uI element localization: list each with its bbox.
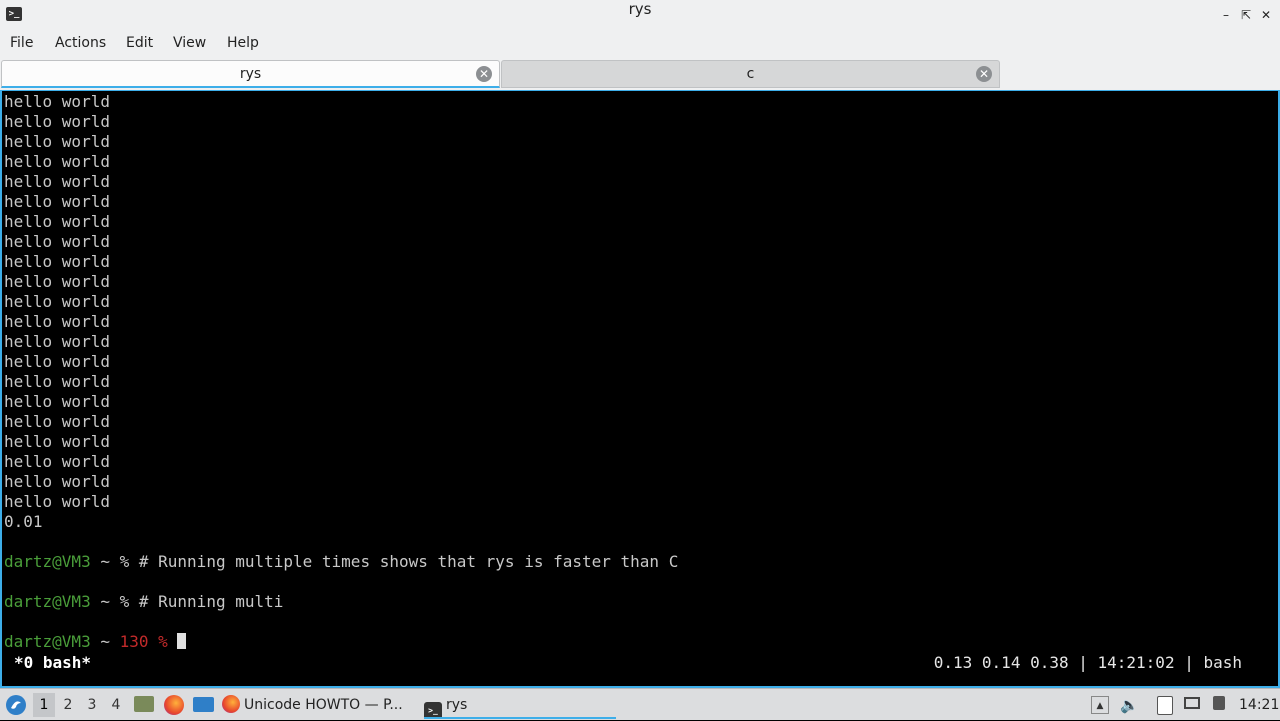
output-line: 0.01 (4, 512, 43, 531)
output-line: hello world (4, 92, 110, 111)
output-line: hello world (4, 292, 110, 311)
prompt-user-host: dartz@VM3 (4, 592, 91, 611)
task-label: Unicode HOWTO — P... (244, 697, 403, 713)
prompt-command: # Running multiple times shows that rys … (129, 552, 679, 571)
workspace-3[interactable]: 3 (81, 693, 103, 717)
prompt-dir: ~ (90, 632, 120, 651)
tab-rys[interactable]: rys ✕ (1, 60, 500, 88)
tab-c[interactable]: c ✕ (501, 60, 1000, 88)
tab-label: rys (239, 66, 262, 82)
workspace-2[interactable]: 2 (57, 693, 79, 717)
output-line: hello world (4, 212, 110, 231)
output-line: hello world (4, 492, 110, 511)
output-line: hello world (4, 272, 110, 291)
title-bar: >_ rys – ⇱ ✕ (0, 0, 1280, 30)
prompt-dir: ~ (90, 592, 120, 611)
task-firefox-unicode-howto[interactable]: Unicode HOWTO — P... (222, 691, 418, 719)
prompt-command: # Running multi (129, 592, 284, 611)
desktop-icon[interactable] (193, 689, 215, 721)
tmux-status-info: 0.13 0.14 0.38 | 14:21:02 | bash (933, 653, 1242, 672)
prompt-dir: ~ (90, 552, 120, 571)
prompt-command (168, 632, 178, 651)
output-line: hello world (4, 132, 110, 151)
menu-help[interactable]: Help (227, 30, 259, 58)
start-menu-icon[interactable] (4, 689, 28, 721)
output-line: hello world (4, 372, 110, 391)
task-terminal-rys[interactable]: >_ rys (424, 691, 616, 719)
window-title: rys (628, 0, 652, 18)
tmux-window-list: *0 bash* (14, 653, 92, 672)
output-line: hello world (4, 432, 110, 451)
taskbar: 1 2 3 4 Unicode HOWTO — P... >_ rys ▲ 🔈 1… (0, 688, 1280, 720)
terminal-view[interactable]: hello world hello world hello world hell… (0, 90, 1280, 688)
output-line: hello world (4, 332, 110, 351)
output-line: hello world (4, 172, 110, 191)
output-line: hello world (4, 312, 110, 331)
menu-edit[interactable]: Edit (126, 30, 153, 58)
prompt-user-host: dartz@VM3 (4, 552, 91, 571)
output-line: hello world (4, 352, 110, 371)
tab-label: c (746, 66, 755, 82)
prompt-symbol: % (119, 552, 130, 571)
firefox-icon[interactable] (164, 689, 184, 721)
prompt-symbol: % (119, 592, 130, 611)
output-line: hello world (4, 472, 110, 491)
workspace-4[interactable]: 4 (105, 693, 127, 717)
clipboard-icon[interactable] (1156, 696, 1174, 715)
menu-view[interactable]: View (173, 30, 206, 58)
minimize-icon[interactable]: – (1218, 7, 1234, 23)
prompt-user-host: dartz@VM3 (4, 632, 91, 651)
output-line: hello world (4, 232, 110, 251)
tab-bar: rys ✕ c ✕ (0, 58, 1280, 90)
output-line: hello world (4, 252, 110, 271)
output-line: hello world (4, 112, 110, 131)
text-cursor (177, 633, 187, 649)
prompt-exit-code: 130 % (119, 632, 168, 651)
output-line: hello world (4, 392, 110, 411)
output-line: hello world (4, 192, 110, 211)
menu-bar: File Actions Edit View Help (0, 30, 1280, 58)
close-icon[interactable]: ✕ (1258, 7, 1274, 23)
tab-close-icon[interactable]: ✕ (976, 66, 992, 82)
prompt-line: dartz@VM3 ~ % # Running multiple times s… (4, 552, 678, 572)
workspace-1[interactable]: 1 (33, 693, 55, 717)
clock[interactable]: 14:21 (1239, 689, 1279, 721)
prompt-line-current[interactable]: dartz@VM3 ~ 130 % (4, 632, 187, 652)
output-line: hello world (4, 412, 110, 431)
output-line: hello world (4, 452, 110, 471)
notification-icon[interactable] (1210, 696, 1228, 714)
prompt-line: dartz@VM3 ~ % # Running multi (4, 592, 283, 612)
output-line: hello world (4, 152, 110, 171)
menu-actions[interactable]: Actions (55, 30, 106, 58)
file-manager-icon[interactable] (134, 689, 154, 721)
menu-file[interactable]: File (10, 30, 33, 58)
volume-icon[interactable]: 🔈 (1120, 696, 1139, 714)
task-label: rys (446, 697, 468, 713)
tray-arrow-up-icon[interactable]: ▲ (1091, 696, 1109, 714)
display-icon[interactable] (1183, 696, 1201, 714)
maximize-icon[interactable]: ⇱ (1238, 7, 1254, 23)
firefox-icon (222, 695, 240, 713)
terminal-icon: >_ (424, 702, 442, 717)
tab-close-icon[interactable]: ✕ (476, 66, 492, 82)
